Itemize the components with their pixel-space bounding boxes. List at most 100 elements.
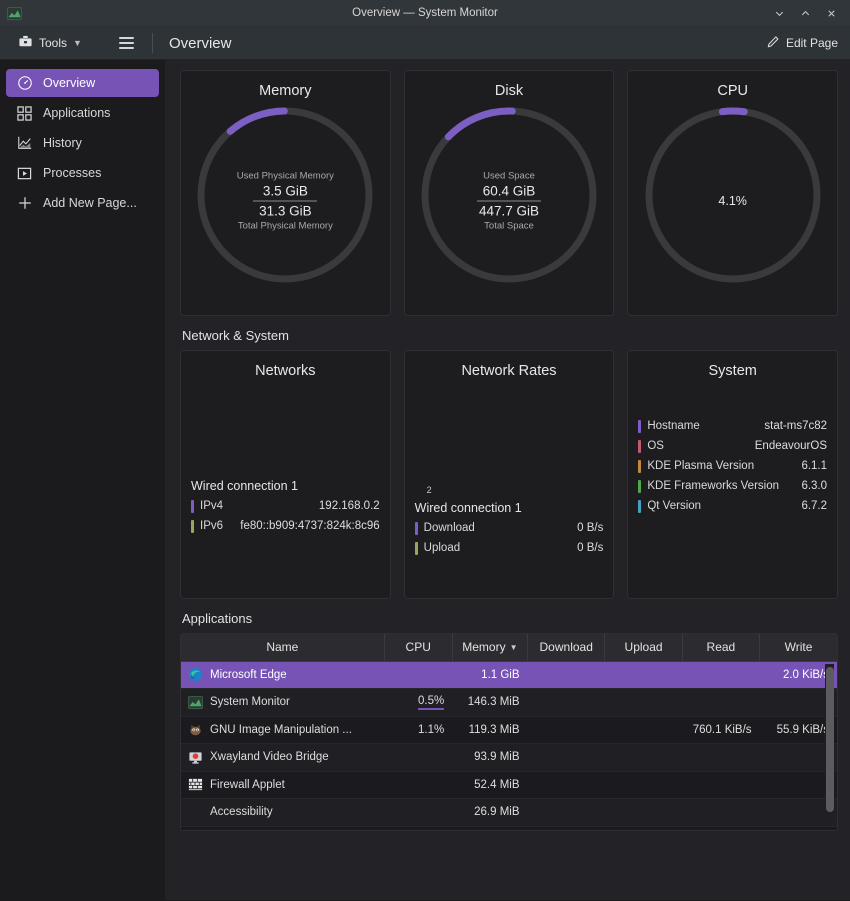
app-name: Xwayland Video Bridge — [210, 751, 329, 764]
cell-memory: 119.3 MiB — [452, 716, 528, 744]
window-title: Overview — System Monitor — [352, 7, 498, 19]
cell-download — [527, 743, 605, 772]
pencil-icon — [766, 35, 780, 52]
app-name: GNU Image Manipulation ... — [210, 723, 352, 736]
maximize-icon[interactable] — [792, 2, 818, 24]
blank-icon — [187, 804, 203, 820]
column-label: Download — [539, 640, 593, 655]
page-title: Overview — [168, 34, 232, 52]
network-system-row: Networks Wired connection 1 IPv4 192.168… — [180, 350, 839, 599]
column-header-cpu[interactable]: CPU — [384, 634, 453, 662]
cell-download — [527, 826, 605, 830]
table-row[interactable]: GNU Image Manipulation ... 1.1% 119.3 Mi… — [181, 716, 837, 744]
table-row[interactable]: System Monitor 0.5% 146.3 MiB — [181, 688, 837, 717]
cell-memory: 52.4 MiB — [452, 771, 528, 799]
column-header-name[interactable]: Name — [181, 634, 385, 662]
sidebar-item-history[interactable]: History — [6, 129, 159, 157]
column-header-read[interactable]: Read — [682, 634, 761, 662]
cell-write — [759, 826, 837, 830]
row-value: 0 B/s — [577, 542, 604, 554]
gauge-top-value: 3.5 GiB — [262, 183, 308, 199]
column-header-memory[interactable]: Memory ▼ — [452, 634, 529, 662]
network-row-ipv6: IPv6 fe80::b909:4737:824k:8c96 — [191, 516, 380, 536]
cell-upload — [604, 743, 683, 772]
card-title: System — [708, 363, 757, 379]
firewall-icon — [187, 777, 203, 793]
row-label: OS — [647, 440, 664, 452]
system-monitor-icon — [0, 6, 28, 21]
disk-gauge: Used Space 60.4 GiB 447.7 GiB Total Spac… — [405, 101, 614, 301]
legend-swatch — [414, 541, 418, 555]
cell-read — [682, 771, 760, 799]
xwayland-icon — [187, 749, 203, 765]
row-value: 6.3.0 — [801, 480, 828, 492]
cell-cpu — [384, 798, 453, 827]
gauge-top-label: Used Space — [483, 170, 535, 182]
table-header-row: Name CPU Memory ▼ Download Upload Read W… — [181, 634, 837, 662]
cell-memory: 93.9 MiB — [452, 743, 528, 772]
app-name: System Monitor — [210, 696, 290, 709]
card-title: Networks — [255, 363, 316, 379]
cell-upload — [604, 798, 683, 827]
rate-row-download: Download 0 B/s — [414, 518, 603, 538]
cell-download — [527, 661, 605, 689]
card-title: Network Rates — [461, 363, 557, 379]
hamburger-icon[interactable] — [114, 32, 140, 54]
system-monitor-icon — [187, 694, 203, 710]
app-name: Firewall Applet — [210, 778, 285, 791]
networks-card: Networks Wired connection 1 IPv4 192.168… — [180, 350, 391, 599]
rate-row-upload: Upload 0 B/s — [414, 538, 604, 558]
cell-read — [682, 688, 760, 717]
column-header-write[interactable]: Write — [759, 634, 837, 662]
column-label: Upload — [624, 640, 663, 655]
cell-read: 760.1 KiB/s — [682, 716, 760, 744]
legend-swatch — [191, 499, 194, 513]
sidebar-item-add-new-page[interactable]: Add New Page... — [6, 189, 159, 217]
gauge-bottom-label: Total Physical Memory — [237, 220, 333, 232]
cell-upload — [604, 771, 683, 799]
sidebar-item-label: Applications — [43, 106, 111, 120]
sidebar-item-processes[interactable]: Processes — [6, 159, 159, 187]
row-value: 6.7.2 — [801, 500, 828, 512]
cell-download — [527, 716, 605, 744]
sidebar-item-overview[interactable]: Overview — [6, 69, 159, 97]
column-label: Read — [706, 640, 736, 655]
close-icon[interactable] — [818, 2, 844, 24]
content-area: Memory Used Physical Memory 3.5 GiB 31.3… — [166, 60, 850, 900]
cell-download — [527, 798, 605, 827]
gauge-top-value: 60.4 GiB — [482, 183, 536, 199]
column-label: Write — [784, 640, 813, 655]
column-header-upload[interactable]: Upload — [604, 634, 683, 662]
minimize-icon[interactable] — [766, 2, 792, 24]
sidebar-item-label: Add New Page... — [43, 196, 137, 210]
column-header-download[interactable]: Download — [527, 634, 606, 662]
title-bar: Overview — System Monitor — [0, 0, 850, 27]
table-scrollbar[interactable] — [825, 664, 834, 819]
chevron-down-icon: ▼ — [73, 38, 82, 48]
axis-tick-label: 2 — [426, 485, 432, 495]
scrollbar-thumb[interactable] — [826, 667, 834, 812]
table-row[interactable]: Xwayland Video Bridge 93.9 MiB — [181, 743, 837, 772]
window-controls — [766, 2, 850, 24]
cell-read — [682, 826, 760, 830]
grid-icon — [16, 105, 33, 122]
cell-download — [527, 771, 605, 799]
toolbar: Tools ▼ Overview Edit Page — [0, 27, 850, 60]
cell-upload — [604, 688, 683, 717]
edit-page-button[interactable]: Edit Page — [766, 35, 838, 52]
table-row[interactable]: dbus-:1.2-org.kde.kdeconn... 26.0 MiB — [181, 826, 837, 830]
table-row[interactable]: Accessibility 26.9 MiB — [181, 798, 837, 827]
table-row[interactable]: Microsoft Edge 1.1 GiB 2.0 KiB/s — [181, 661, 837, 689]
disk-card: Disk Used Space 60.4 GiB 447.7 GiB Total… — [403, 70, 615, 316]
main-body: Overview Applications History Processes … — [0, 60, 850, 900]
sidebar-item-applications[interactable]: Applications — [6, 99, 159, 127]
legend-swatch — [638, 439, 642, 453]
cell-read — [682, 798, 760, 827]
table-row[interactable]: Firewall Applet 52.4 MiB — [181, 771, 837, 799]
app-name: Microsoft Edge — [210, 668, 287, 681]
cpu-gauge: 4.1% — [628, 101, 837, 301]
cell-name: System Monitor — [181, 688, 385, 717]
tools-button[interactable]: Tools ▼ — [10, 31, 90, 55]
cell-memory: 26.9 MiB — [452, 798, 528, 827]
cell-cpu: 1.1% — [384, 716, 453, 744]
